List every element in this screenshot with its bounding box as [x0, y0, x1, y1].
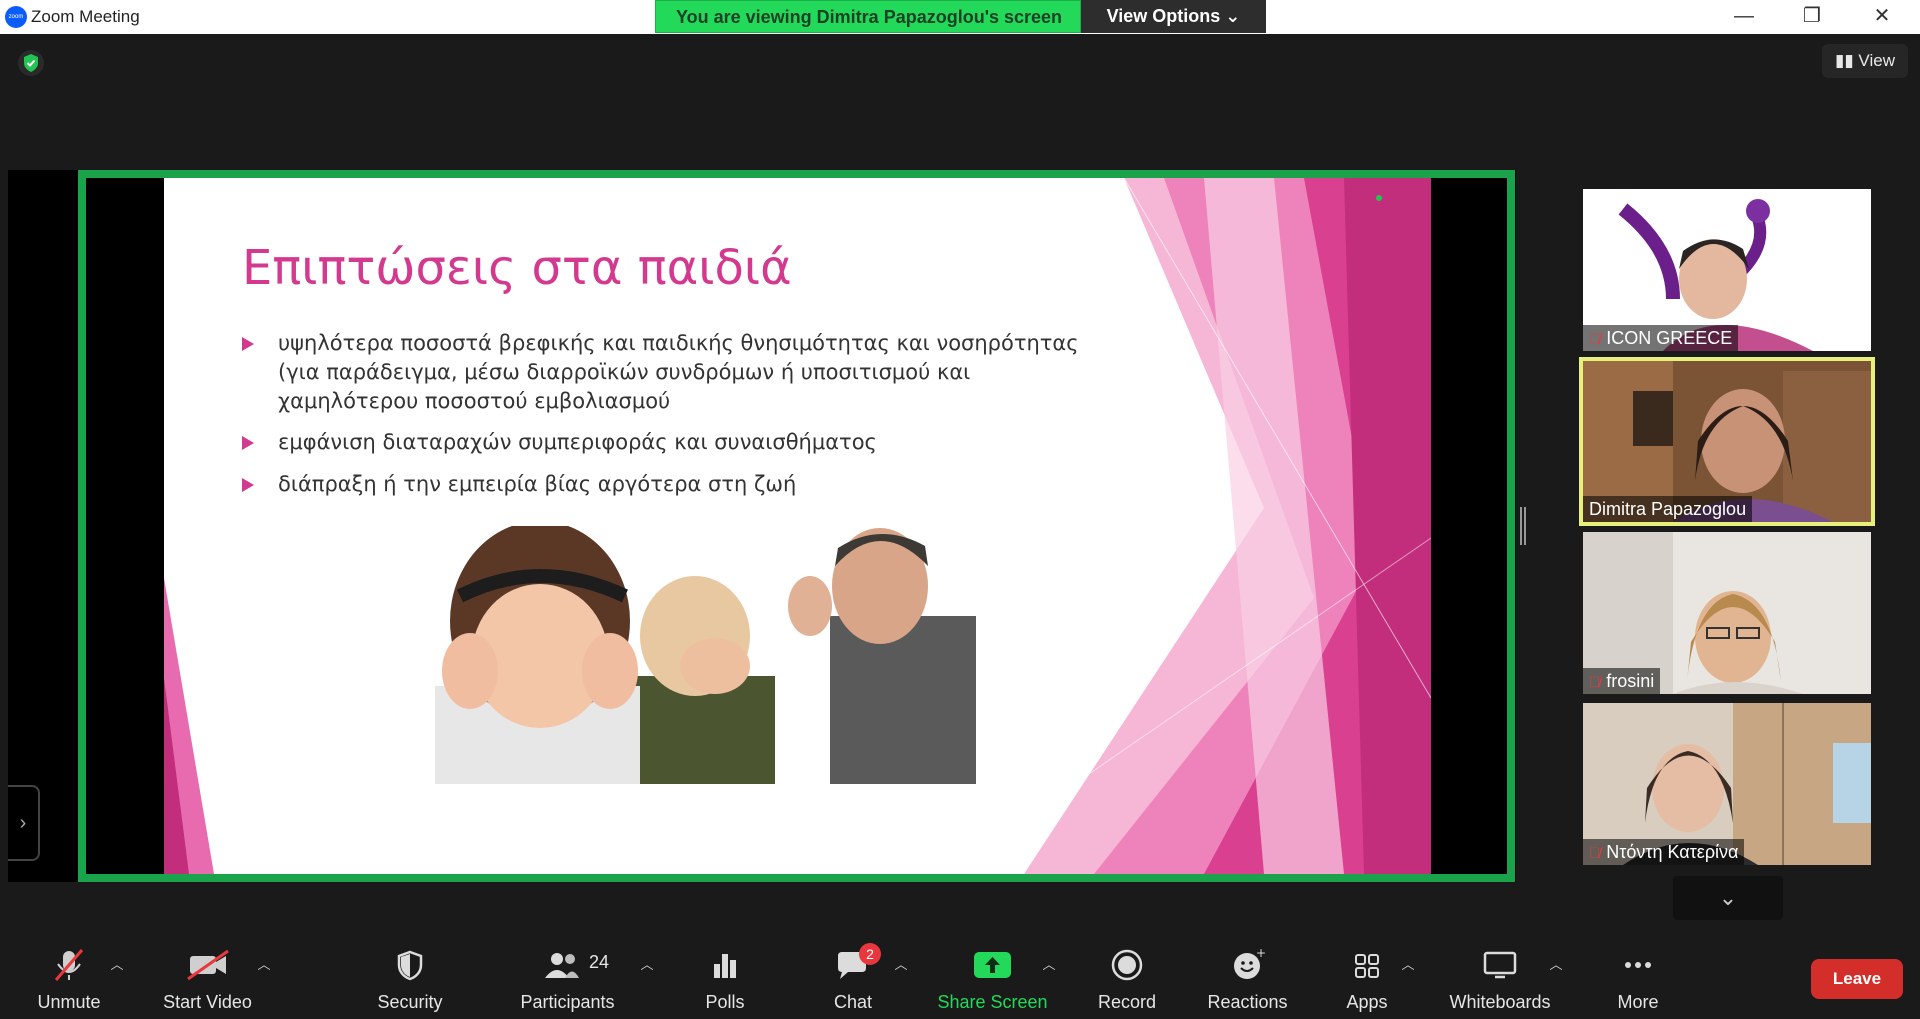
share-screen-button[interactable]: Share Screen [930, 940, 1055, 1019]
whiteboards-button[interactable]: Whiteboards [1440, 940, 1560, 1019]
encryption-shield-icon[interactable] [18, 50, 44, 76]
zoom-logo-icon: zoom [5, 6, 27, 28]
security-button[interactable]: Security [365, 940, 455, 1019]
apps-button[interactable]: Apps [1322, 940, 1412, 1019]
window-title: Zoom Meeting [31, 7, 140, 26]
mic-muted-icon: 🎙̸ [1589, 674, 1601, 691]
participant-name: Dimitra Papazoglou [1589, 499, 1747, 519]
svg-text:+: + [1256, 948, 1266, 960]
slide-title: Επιπτώσεις στα παιδιά [242, 240, 792, 296]
audio-options-caret-icon[interactable]: ︿ [109, 954, 125, 972]
reactions-label: Reactions [1207, 992, 1288, 1012]
polls-chart-icon [714, 954, 736, 978]
apps-grid-icon [1355, 954, 1379, 978]
video-off-icon [187, 949, 229, 981]
more-label: More [1617, 992, 1659, 1012]
start-video-label: Start Video [163, 992, 252, 1012]
share-screen-arrow-icon [974, 952, 1011, 978]
participant-tile-active-speaker[interactable]: Dimitra Papazoglou [1579, 357, 1875, 526]
participant-name-label: 🎙̸ frosini [1583, 668, 1661, 694]
share-screen-label: Share Screen [937, 992, 1048, 1012]
participants-count: 24 [589, 952, 610, 972]
meeting-toolbar: Unmute ︿ Start Video ︿ Security 24 Parti… [0, 940, 1920, 1019]
more-button[interactable]: More [1593, 940, 1683, 1019]
slide-bullet: εμφάνιση διαταραχών συμπεριφοράς και συν… [242, 428, 1102, 457]
record-icon [1111, 949, 1143, 981]
whiteboards-label: Whiteboards [1449, 992, 1551, 1012]
share-options-caret-icon[interactable]: ︿ [1041, 954, 1057, 972]
expand-panel-chevron-icon[interactable]: › [8, 785, 40, 861]
chat-bubble-icon [838, 952, 866, 979]
minimize-button[interactable]: — [1720, 2, 1768, 32]
security-shield-icon [397, 950, 423, 981]
viewing-screen-text: You are viewing Dimitra Papazoglou's scr… [675, 7, 1063, 27]
chat-options-caret-icon[interactable]: ︿ [893, 954, 909, 972]
unmute-label: Unmute [37, 992, 101, 1012]
slide-bullet: διάπραξη ή την εμπειρία βίας αργότερα στ… [242, 470, 1102, 499]
participants-button[interactable]: 24 Participants [515, 940, 620, 1019]
bullet-text: διάπραξη ή την εμπειρία βίας αργότερα στ… [278, 472, 797, 496]
chat-button[interactable]: 2 Chat [808, 940, 898, 1019]
participant-name-label: 🎙̸ Ντόντη Κατερίνα [1583, 839, 1745, 865]
slide-photo-family-conflict [410, 526, 976, 784]
record-button[interactable]: Record [1082, 940, 1172, 1019]
participant-name-label: Dimitra Papazoglou [1583, 496, 1753, 522]
unmute-button[interactable]: Unmute [24, 940, 114, 1019]
participant-name: frosini [1606, 671, 1655, 691]
chat-unread-badge: 2 [859, 943, 881, 965]
participant-name-label: 🎙̸ ICON GREECE [1583, 325, 1739, 351]
apps-options-caret-icon[interactable]: ︿ [1400, 954, 1416, 972]
polls-label: Polls [705, 992, 745, 1012]
more-dots-icon [1625, 962, 1651, 968]
leave-button[interactable]: Leave [1811, 959, 1903, 999]
participant-tile[interactable]: 🎙̸ frosini [1583, 532, 1871, 694]
slide-bullet: υψηλότερα ποσοστά βρεφικής και παιδικής … [242, 329, 1102, 416]
bullet-text: εμφάνιση διαταραχών συμπεριφοράς και συν… [278, 430, 877, 454]
reactions-button[interactable]: + Reactions [1200, 940, 1295, 1019]
security-label: Security [377, 992, 443, 1012]
participant-tile[interactable]: 🎙̸ Ντόντη Κατερίνα [1583, 703, 1871, 865]
participant-name: ICON GREECE [1606, 328, 1733, 348]
bullet-arrow-icon [242, 337, 254, 351]
mic-muted-icon: 🎙̸ [1589, 331, 1601, 348]
title-bar: zoom Zoom Meeting You are viewing Dimitr… [0, 0, 1920, 34]
close-button[interactable]: ✕ [1858, 2, 1906, 32]
whiteboard-icon [1483, 951, 1517, 979]
record-label: Record [1097, 992, 1157, 1012]
scroll-down-chevron-icon[interactable]: ⌄ [1673, 876, 1783, 920]
reactions-smiley-icon: + [1234, 948, 1266, 979]
bullet-arrow-icon [242, 478, 254, 492]
video-options-caret-icon[interactable]: ︿ [256, 954, 272, 972]
participant-name: Ντόντη Κατερίνα [1606, 842, 1739, 862]
viewing-screen-banner: You are viewing Dimitra Papazoglou's scr… [655, 0, 1081, 33]
mic-muted-icon: 🎙̸ [1589, 845, 1601, 862]
bullet-text: υψηλότερα ποσοστά βρεφικής και παιδικής … [278, 331, 1079, 413]
participants-label: Participants [520, 992, 615, 1012]
whiteboards-options-caret-icon[interactable]: ︿ [1548, 954, 1564, 972]
restore-button[interactable]: ❐ [1788, 2, 1836, 32]
polls-button[interactable]: Polls [680, 940, 770, 1019]
bullet-arrow-icon [242, 436, 254, 450]
shared-slide: Επιπτώσεις στα παιδιά υψηλότερα ποσοστά … [164, 178, 1431, 874]
apps-label: Apps [1346, 992, 1388, 1012]
view-options-button[interactable]: View Options ⌄ [1081, 0, 1266, 33]
chat-label: Chat [833, 992, 873, 1012]
start-video-button[interactable]: Start Video [150, 940, 265, 1019]
panel-resize-handle[interactable] [1520, 507, 1526, 545]
participant-tile[interactable]: 🎙̸ ICON GREECE [1583, 189, 1871, 351]
participants-options-caret-icon[interactable]: ︿ [639, 954, 655, 972]
view-layout-button[interactable]: ▮▮ View [1822, 44, 1908, 78]
microphone-muted-icon [54, 949, 84, 981]
